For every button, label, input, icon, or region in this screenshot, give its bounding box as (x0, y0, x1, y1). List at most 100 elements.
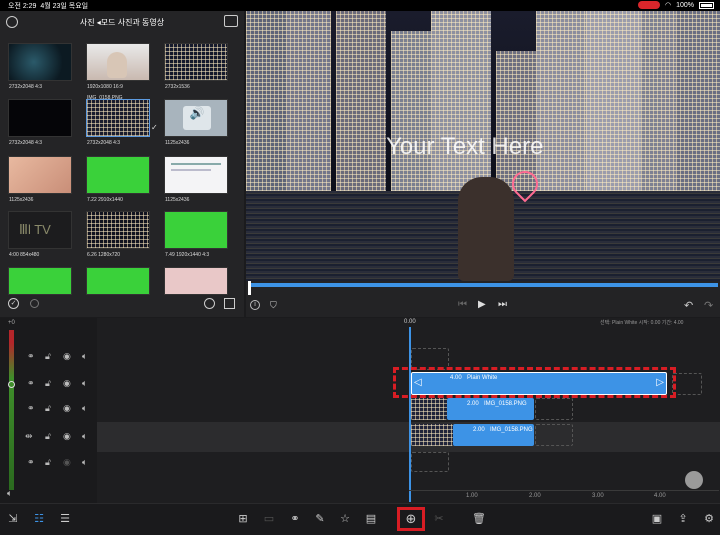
media-thumb[interactable] (8, 99, 72, 137)
speaker-icon[interactable]: 🔈︎ (82, 403, 87, 414)
speaker-icon[interactable]: 🔈︎ (82, 457, 87, 468)
building (286, 11, 331, 191)
list-view-icon[interactable]: ☰ (58, 512, 72, 526)
media-thumb[interactable] (8, 43, 72, 81)
master-speaker-icon[interactable]: 🔈︎ (7, 488, 12, 499)
audio-level-meter (9, 330, 14, 490)
media-caption: 7.49 1920x1440 4:3 (165, 252, 210, 258)
info-icon[interactable]: i (250, 300, 260, 310)
clip-thumbnail[interactable] (411, 424, 453, 446)
redo-icon[interactable]: ↷ (704, 299, 713, 312)
building (496, 51, 536, 191)
detach-audio-icon[interactable]: ⇹ (25, 431, 33, 442)
status-bar: 오전 2:29 4월 23일 목요일 ◠ 100% (0, 0, 720, 11)
export-icon[interactable]: ⇲ (6, 512, 20, 526)
add-media-icon[interactable]: ⊞ (236, 512, 250, 526)
clip-name: IMG_0158.PNG (484, 401, 527, 407)
import-icon[interactable] (224, 15, 238, 27)
media-thumb[interactable] (164, 211, 228, 249)
level-label: +0 (8, 320, 15, 326)
scissors-icon[interactable]: ✂ (432, 512, 446, 526)
level-knob[interactable] (8, 381, 15, 388)
media-thumb[interactable] (8, 267, 72, 295)
media-thumb[interactable] (86, 211, 150, 249)
link-icon[interactable]: ⚭ (27, 403, 35, 414)
pencil-icon[interactable]: ✎ (313, 512, 327, 526)
lock-icon[interactable]: 🔓︎ (45, 431, 51, 442)
media-thumb[interactable] (164, 267, 228, 295)
media-thumb[interactable]: 🔊 (164, 99, 228, 137)
share-icon[interactable]: ⇪ (676, 512, 690, 526)
lock-icon[interactable]: 🔓︎ (45, 457, 51, 468)
empty-slot[interactable] (411, 452, 449, 472)
empty-slot[interactable] (535, 398, 573, 420)
preview-progress-track[interactable] (248, 283, 718, 287)
snapshot-icon[interactable]: ▣ (650, 512, 664, 526)
clip-thumbnail[interactable] (411, 398, 447, 420)
speaker-icon[interactable]: 🔈︎ (82, 351, 87, 362)
skip-back-icon[interactable]: ⏮ (458, 299, 467, 310)
media-caption: 1920x1080 16:9 (87, 84, 123, 90)
checkmark-icon: ✓ (151, 123, 158, 132)
video-preview[interactable]: Your Text Here (246, 11, 720, 281)
media-caption: 2732x2048 4:3 (9, 84, 43, 90)
media-caption: 2732x1536 (165, 84, 190, 90)
media-thumb[interactable] (86, 156, 150, 194)
record-icon[interactable] (30, 299, 39, 308)
track-controls: +0 ⚭ 🔓︎ ◉ 🔈︎ ⚭ 🔓︎ ◉ 🔈︎ ⚭ 🔓︎ ◉ 🔈︎ ⇹ 🔓︎ ◉ … (0, 318, 97, 503)
empty-slot[interactable] (672, 373, 702, 395)
media-caption: 2732x2048 4:3 (9, 140, 43, 146)
status-time: 오전 2:29 (8, 3, 37, 10)
media-thumb[interactable]: Ⅲl TV (8, 211, 72, 249)
speaker-icon[interactable]: 🔈︎ (82, 431, 87, 442)
effects-icon[interactable]: ☆ (338, 512, 352, 526)
link-icon[interactable]: ⚭ (27, 378, 35, 389)
preview-playhead[interactable] (248, 281, 251, 295)
building (336, 11, 386, 191)
overlay-text[interactable]: Your Text Here (386, 133, 543, 161)
status-date: 4월 23일 목요일 (40, 3, 89, 10)
eye-icon[interactable]: ◉ (63, 431, 71, 442)
eye-icon[interactable]: ◉ (63, 351, 71, 362)
audio-clip-icon[interactable]: ▭ (262, 512, 276, 526)
timeline-view-icon[interactable]: ☷ (32, 512, 46, 526)
sort-icon[interactable] (224, 298, 235, 309)
ruler-line (409, 490, 719, 491)
title-icon[interactable]: ▤ (364, 512, 378, 526)
media-caption: 7.22 2910x1440 (87, 197, 123, 203)
lock-icon[interactable]: 🔓︎ (45, 403, 51, 414)
eye-icon[interactable]: ◉ (63, 403, 71, 414)
media-thumb[interactable] (86, 43, 150, 81)
building (676, 11, 720, 191)
browser-title[interactable]: 사진 ◂모드 사진과 동영상 (0, 17, 244, 28)
skip-forward-icon[interactable]: ⏭ (498, 299, 507, 310)
play-icon[interactable]: ▶ (478, 299, 486, 310)
lock-icon[interactable]: 🔓︎ (45, 378, 51, 389)
media-thumb[interactable] (86, 99, 150, 137)
eye-icon[interactable]: ◉ (63, 378, 71, 389)
select-check-icon[interactable]: ✓ (8, 298, 19, 309)
marker-icon[interactable]: ⛉ (270, 300, 277, 311)
add-clip-button[interactable]: ⊕ (404, 512, 418, 526)
link-icon[interactable]: ⚭ (27, 457, 35, 468)
undo-icon[interactable]: ↶ (684, 299, 693, 312)
media-thumb[interactable] (8, 156, 72, 194)
media-thumb[interactable] (164, 156, 228, 194)
clip-image[interactable]: 2.00 IMG_0158.PNG (453, 424, 534, 446)
bottom-toolbar: ⇲ ☷ ☰ ⊞ ▭ ⚭ ✎ ☆ ▤ ⊕ ✂ 🗑︎ ▣ ⇪ ⚙ (0, 503, 720, 535)
media-thumb[interactable] (164, 43, 228, 81)
battery-icon (699, 1, 714, 9)
empty-slot[interactable] (535, 424, 573, 446)
timeline[interactable] (0, 318, 720, 503)
lock-icon[interactable]: 🔓︎ (45, 351, 51, 362)
search-icon[interactable] (204, 298, 215, 309)
link-icon[interactable]: ⚭ (27, 351, 35, 362)
link-clip-icon[interactable]: ⚭ (288, 512, 302, 526)
settings-icon[interactable]: ⚙ (702, 512, 716, 526)
eye-icon[interactable]: ◉ (63, 457, 71, 468)
assistive-touch-button[interactable] (685, 471, 703, 489)
media-thumb[interactable] (86, 267, 150, 295)
speaker-icon[interactable]: 🔈︎ (82, 378, 87, 389)
delete-icon[interactable]: 🗑︎ (472, 512, 486, 526)
clip-image[interactable]: 2.00 IMG_0158.PNG (447, 398, 534, 420)
